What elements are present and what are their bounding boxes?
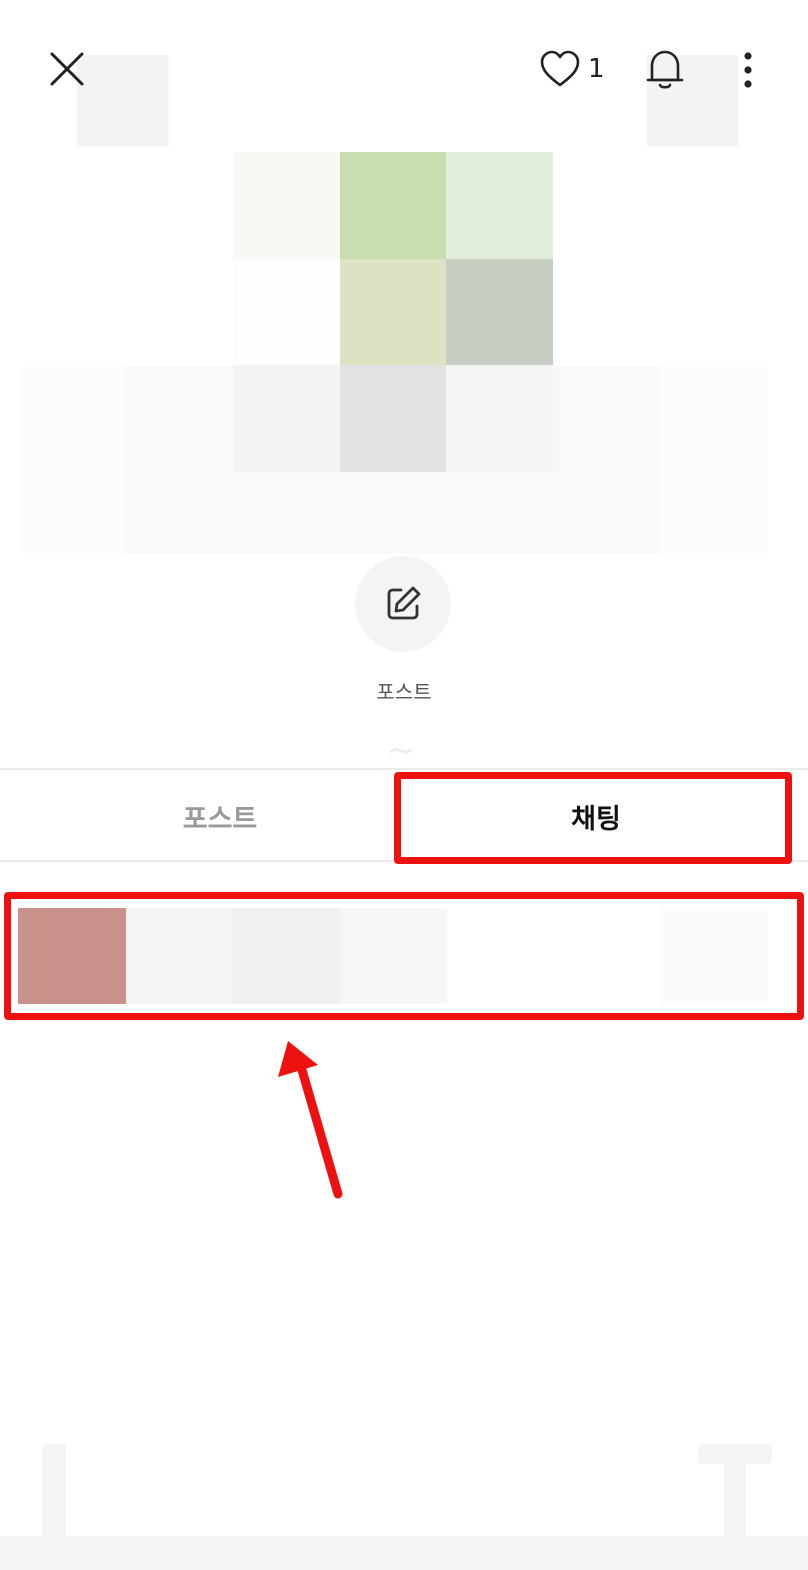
notification-button[interactable]	[640, 44, 690, 94]
profile-image-block	[339, 152, 447, 259]
watermark-decoration: ~	[385, 730, 423, 771]
profile-image-block	[446, 258, 553, 366]
close-icon	[50, 52, 84, 86]
profile-image-block	[233, 152, 340, 259]
edit-icon	[387, 586, 421, 620]
highlight-box-chat-item	[4, 892, 804, 1020]
write-post-label: 포스트	[376, 680, 432, 704]
tab-post[interactable]: 포스트	[18, 772, 422, 860]
like-count: 1	[588, 54, 605, 84]
bottom-bar	[0, 1536, 808, 1570]
close-button[interactable]	[44, 46, 90, 92]
write-post-button[interactable]	[355, 556, 451, 652]
profile-image-block	[446, 365, 553, 472]
profile-image	[233, 152, 553, 472]
highlight-box-chat-tab	[394, 772, 792, 864]
profile-image-block	[339, 365, 447, 472]
profile-image-block	[446, 152, 553, 259]
heart-outline-icon	[540, 50, 580, 87]
divider	[0, 768, 808, 770]
background-decoration	[42, 1444, 66, 1540]
annotation-arrow-icon	[278, 1041, 343, 1199]
like-button[interactable]	[538, 48, 582, 92]
bell-icon	[646, 50, 684, 89]
profile-image-block	[233, 258, 340, 366]
more-vertical-icon	[744, 52, 752, 88]
more-options-button[interactable]	[734, 48, 762, 92]
profile-image-block	[233, 365, 340, 472]
background-decoration	[724, 1444, 746, 1540]
profile-image-block	[339, 258, 447, 366]
